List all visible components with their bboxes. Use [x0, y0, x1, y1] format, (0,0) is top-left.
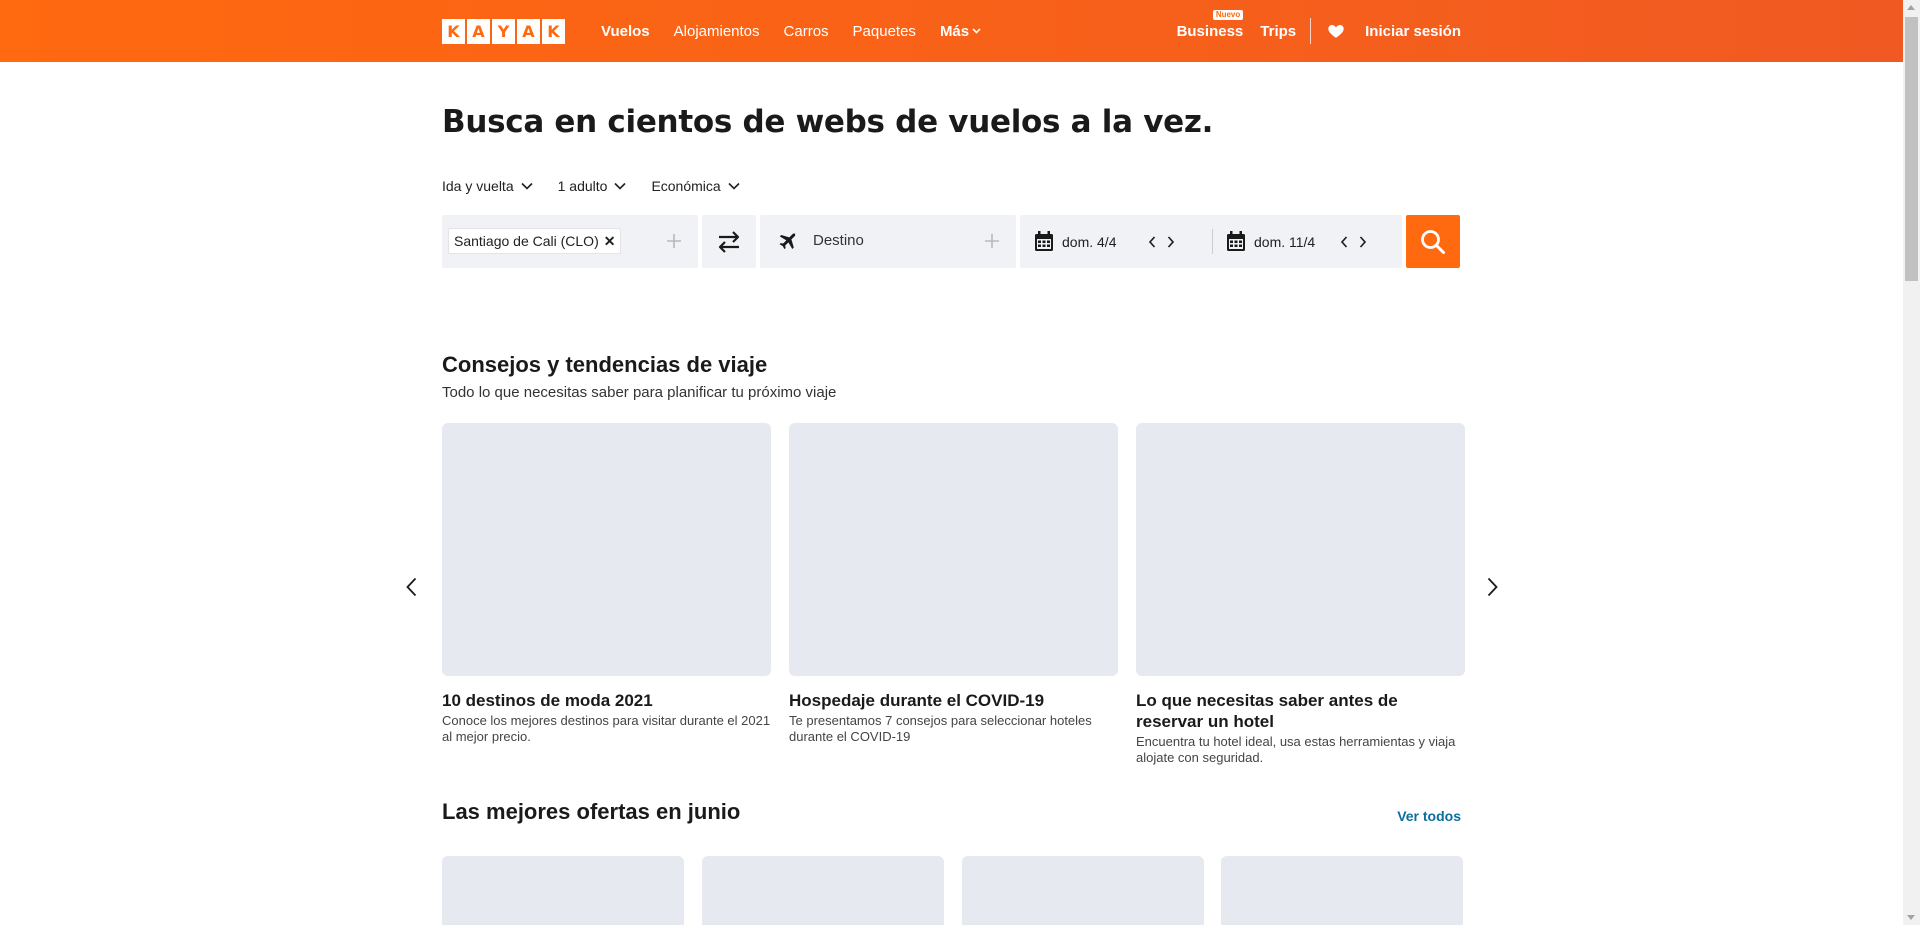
- passengers-label: 1 adulto: [557, 178, 608, 194]
- nav-paquetes[interactable]: Paquetes: [853, 23, 916, 40]
- tip-card-image: [442, 423, 771, 676]
- cabin-label: Económica: [651, 178, 721, 194]
- depart-date-picker[interactable]: dom. 4/4: [1034, 215, 1180, 268]
- tip-card-title: Hospedaje durante el COVID-19: [789, 691, 1045, 710]
- plus-icon[interactable]: [982, 231, 1002, 251]
- close-icon[interactable]: ✕: [604, 233, 616, 250]
- tip-card-description: Te presentamos 7 consejos para seleccion…: [789, 713, 1092, 744]
- origin-chip: Santiago de Cali (CLO) ✕: [448, 228, 622, 254]
- carousel-prev-button[interactable]: [401, 576, 421, 598]
- chevron-right-icon: [1167, 235, 1174, 248]
- logo-letter: Y: [492, 19, 515, 44]
- page-scrollbar[interactable]: [1903, 0, 1920, 925]
- destination-placeholder: Destino: [813, 232, 864, 249]
- chevron-left-icon: [1148, 235, 1155, 248]
- hero-title: Busca en cientos de webs de vuelos a la …: [442, 104, 1214, 140]
- scroll-down-arrow[interactable]: [1907, 915, 1915, 920]
- origin-field[interactable]: Santiago de Cali (CLO) ✕: [442, 215, 698, 268]
- chevron-down-icon: [972, 28, 981, 34]
- tips-section-subtitle: Todo lo que necesitas saber para planifi…: [442, 384, 837, 401]
- nav-divider: [1310, 18, 1312, 44]
- offer-card[interactable]: [702, 856, 944, 925]
- chevron-down-icon: [521, 182, 533, 190]
- offers-section-title: Las mejores ofertas en junio: [442, 799, 741, 824]
- chevron-left-icon: [1340, 235, 1347, 248]
- tip-card[interactable]: 10 destinos de moda 2021 Conoce los mejo…: [442, 423, 771, 745]
- trip-type-label: Ida y vuelta: [442, 178, 514, 194]
- tips-section-title: Consejos y tendencias de viaje: [442, 352, 768, 377]
- swap-button[interactable]: [702, 215, 756, 268]
- main-nav: Vuelos Alojamientos Carros Paquetes Más: [601, 0, 1005, 62]
- tip-card-image: [1136, 423, 1465, 676]
- tip-card-title: 10 destinos de moda 2021: [442, 691, 653, 710]
- passengers-dropdown[interactable]: 1 adulto: [558, 178, 627, 194]
- offer-card[interactable]: [962, 856, 1204, 925]
- destination-field[interactable]: Destino: [760, 215, 1016, 268]
- nav-more-label: Más: [939, 22, 970, 40]
- search-options: Ida y vuelta 1 adulto Económica: [442, 178, 765, 194]
- kayak-logo[interactable]: K A Y A K: [442, 19, 567, 44]
- signin-link[interactable]: Iniciar sesión: [1365, 23, 1461, 40]
- nav-alojamientos[interactable]: Alojamientos: [674, 23, 760, 40]
- trip-type-dropdown[interactable]: Ida y vuelta: [442, 178, 533, 194]
- top-navigation-bar: K A Y A K Vuelos Alojamientos Carros Paq…: [0, 0, 1903, 62]
- search-button[interactable]: [1406, 215, 1460, 268]
- logo-letter: A: [467, 19, 490, 44]
- scroll-up-arrow[interactable]: [1907, 5, 1915, 10]
- business-label: Business: [1176, 22, 1244, 40]
- return-next-button[interactable]: [1353, 232, 1372, 252]
- tip-card-description: Conoce los mejores destinos para visitar…: [442, 713, 771, 744]
- nav-more-dropdown[interactable]: Más: [940, 23, 981, 40]
- business-link[interactable]: Nuevo Business: [1176, 9, 1244, 40]
- heart-icon[interactable]: [1327, 22, 1345, 40]
- account-nav: Nuevo Business Trips Iniciar sesión: [1177, 0, 1461, 62]
- depart-date-text: dom. 4/4: [1062, 233, 1117, 250]
- offer-card[interactable]: [442, 856, 684, 925]
- search-icon: [1421, 229, 1445, 254]
- swap-arrows-icon: [718, 230, 740, 253]
- depart-prev-button[interactable]: [1142, 232, 1161, 252]
- calendar-icon: [1227, 231, 1245, 251]
- chevron-down-icon: [614, 182, 627, 190]
- carousel-next-button[interactable]: [1482, 576, 1502, 598]
- see-all-link[interactable]: Ver todos: [1397, 808, 1461, 824]
- tip-card-title: Lo que necesitas saber antes de reservar…: [1136, 691, 1398, 731]
- return-date-text: dom. 11/4: [1254, 233, 1316, 250]
- tip-card[interactable]: Lo que necesitas saber antes de reservar…: [1136, 423, 1465, 766]
- airplane-icon: [779, 233, 796, 250]
- origin-chip-label: Santiago de Cali (CLO): [454, 233, 599, 249]
- offer-card[interactable]: [1221, 856, 1463, 925]
- tip-card[interactable]: Hospedaje durante el COVID-19 Te present…: [789, 423, 1118, 745]
- scrollbar-thumb[interactable]: [1905, 17, 1918, 281]
- logo-letter: A: [517, 19, 540, 44]
- tip-card-description: Encuentra tu hotel ideal, usa estas herr…: [1136, 734, 1456, 765]
- nav-vuelos[interactable]: Vuelos: [601, 23, 650, 40]
- tip-card-image: [789, 423, 1118, 676]
- nav-carros[interactable]: Carros: [784, 23, 829, 40]
- chevron-down-icon: [728, 182, 740, 190]
- plus-icon[interactable]: [664, 231, 684, 251]
- date-divider: [1212, 229, 1213, 254]
- calendar-icon: [1035, 231, 1053, 251]
- cabin-dropdown[interactable]: Económica: [651, 178, 740, 194]
- trips-link[interactable]: Trips: [1260, 23, 1296, 40]
- chevron-right-icon: [1487, 577, 1498, 597]
- return-date-picker[interactable]: dom. 11/4: [1226, 215, 1372, 268]
- logo-letter: K: [542, 19, 565, 44]
- depart-next-button[interactable]: [1161, 232, 1180, 252]
- dates-field: dom. 4/4 dom. 11/4: [1020, 215, 1402, 268]
- logo-letter: K: [442, 19, 465, 44]
- return-prev-button[interactable]: [1334, 232, 1353, 252]
- chevron-right-icon: [1359, 235, 1366, 248]
- business-badge: Nuevo: [1212, 9, 1244, 20]
- chevron-left-icon: [405, 577, 416, 597]
